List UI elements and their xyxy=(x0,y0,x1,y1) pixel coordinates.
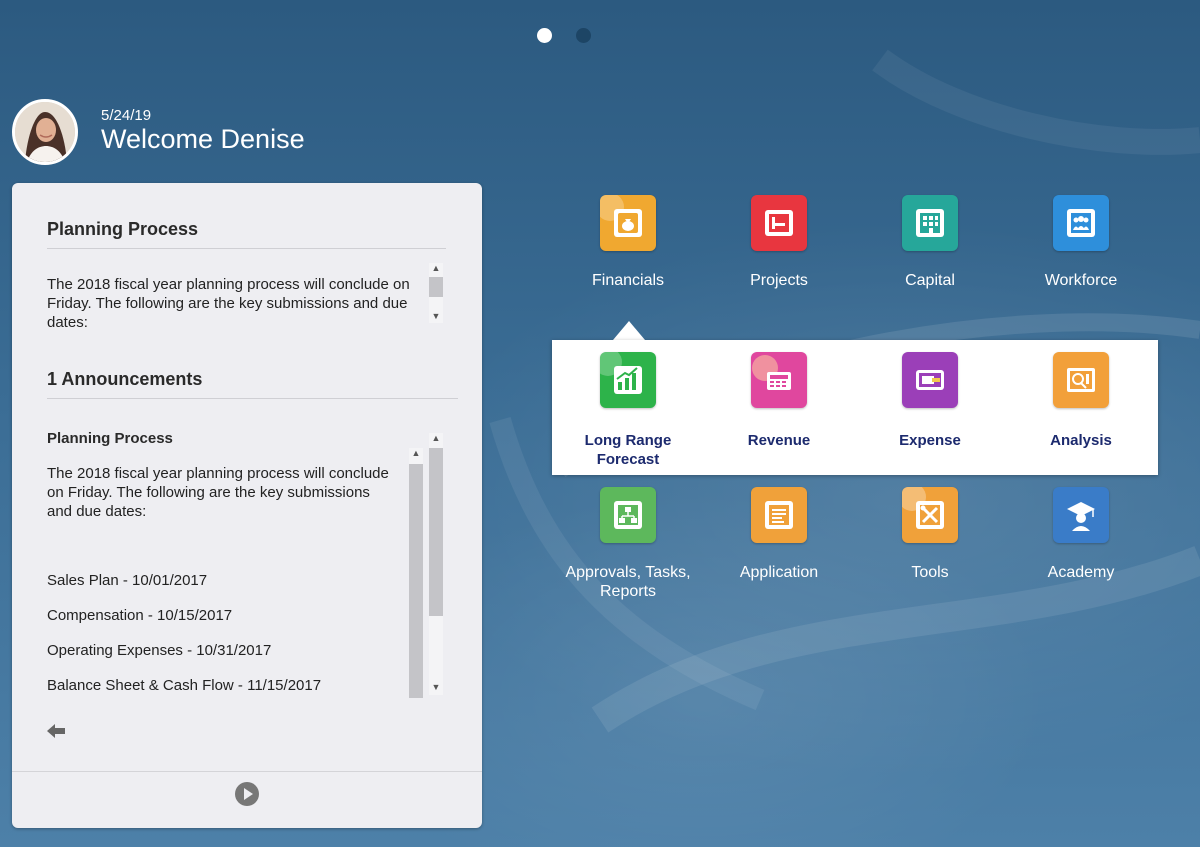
app-tile-expense[interactable]: Expense xyxy=(855,352,1005,450)
app-tile-revenue[interactable]: Revenue xyxy=(704,352,854,450)
app-tile-long-range-forecast[interactable]: Long Range Forecast xyxy=(553,352,703,469)
page-indicator xyxy=(537,28,591,43)
announcement-item-title: Planning Process xyxy=(47,430,173,447)
due-date-item: Sales Plan - 10/01/2017 xyxy=(47,572,208,589)
app-tile-projects[interactable]: Projects xyxy=(704,195,854,290)
due-date-item: Balance Sheet & Cash Flow - 11/15/2017 xyxy=(47,677,322,694)
app-tile-workforce[interactable]: Workforce xyxy=(1006,195,1156,290)
app-tile-application[interactable]: Application xyxy=(704,487,854,582)
tools-icon xyxy=(902,487,958,543)
people-icon xyxy=(1053,195,1109,251)
divider xyxy=(47,248,446,249)
page-dot-1[interactable] xyxy=(537,28,552,43)
app-tile-financials[interactable]: Financials xyxy=(553,195,703,290)
app-tile-academy[interactable]: Academy xyxy=(1006,487,1156,582)
announcements-scrollbar[interactable]: ▲ ▼ xyxy=(429,433,443,695)
scrollbar-thumb[interactable] xyxy=(409,464,423,698)
scroll-up-icon[interactable]: ▲ xyxy=(429,433,443,443)
announcements-panel: Planning Process The 2018 fiscal year pl… xyxy=(12,183,482,828)
announcement-item-text: The 2018 fiscal year planning process wi… xyxy=(47,465,389,520)
graduate-icon xyxy=(1053,487,1109,543)
announcements-title: 1 Announcements xyxy=(47,369,203,389)
scroll-up-icon[interactable]: ▲ xyxy=(409,448,423,458)
money-bag-icon xyxy=(600,195,656,251)
analysis-chart-icon xyxy=(1053,352,1109,408)
app-label: Approvals, Tasks, Reports xyxy=(565,564,691,600)
current-date: 5/24/19 xyxy=(101,107,152,124)
play-icon[interactable] xyxy=(233,780,261,808)
app-label: Academy xyxy=(1047,564,1115,581)
divider xyxy=(47,398,458,399)
app-tile-analysis[interactable]: Analysis xyxy=(1006,352,1156,450)
submenu-caret xyxy=(613,321,645,340)
planning-scrollbar[interactable]: ▲ ▼ xyxy=(429,263,443,323)
scrollbar-thumb[interactable] xyxy=(429,448,443,616)
app-label: Capital xyxy=(905,272,955,289)
app-label: Workforce xyxy=(1044,272,1118,289)
wallet-icon xyxy=(902,352,958,408)
avatar-portrait-icon xyxy=(15,102,75,162)
scroll-down-icon[interactable]: ▼ xyxy=(429,311,443,321)
app-label: Long Range Forecast xyxy=(584,432,672,468)
divider xyxy=(12,771,482,772)
scrollbar-thumb[interactable] xyxy=(429,277,443,297)
app-label: Analysis xyxy=(1050,432,1112,449)
back-arrow-icon[interactable] xyxy=(45,720,67,742)
app-label: Projects xyxy=(750,272,808,289)
app-tile-approvals-tasks-reports[interactable]: Approvals, Tasks, Reports xyxy=(553,487,703,601)
cash-register-icon xyxy=(751,352,807,408)
announcement-inner-scrollbar[interactable]: ▲ xyxy=(409,448,423,698)
workflow-icon xyxy=(600,487,656,543)
app-label: Revenue xyxy=(747,432,811,449)
project-folder-icon xyxy=(751,195,807,251)
growth-chart-icon xyxy=(600,352,656,408)
page-dot-2[interactable] xyxy=(576,28,591,43)
app-label: Tools xyxy=(911,564,949,581)
app-label: Application xyxy=(739,564,819,581)
planning-process-title: Planning Process xyxy=(47,219,199,239)
app-label: Financials xyxy=(591,272,665,289)
due-date-item: Compensation - 10/15/2017 xyxy=(47,607,233,624)
scroll-up-icon[interactable]: ▲ xyxy=(429,263,443,273)
avatar[interactable] xyxy=(12,99,78,165)
app-tile-tools[interactable]: Tools xyxy=(855,487,1005,582)
planning-process-text: The 2018 fiscal year planning process wi… xyxy=(47,276,410,331)
due-date-item: Operating Expenses - 10/31/2017 xyxy=(47,642,272,659)
app-label: Expense xyxy=(899,432,961,449)
building-icon xyxy=(902,195,958,251)
welcome-message: Welcome Denise xyxy=(101,124,305,154)
application-folders-icon xyxy=(751,487,807,543)
app-tile-capital[interactable]: Capital xyxy=(855,195,1005,290)
scroll-down-icon[interactable]: ▼ xyxy=(429,682,443,692)
